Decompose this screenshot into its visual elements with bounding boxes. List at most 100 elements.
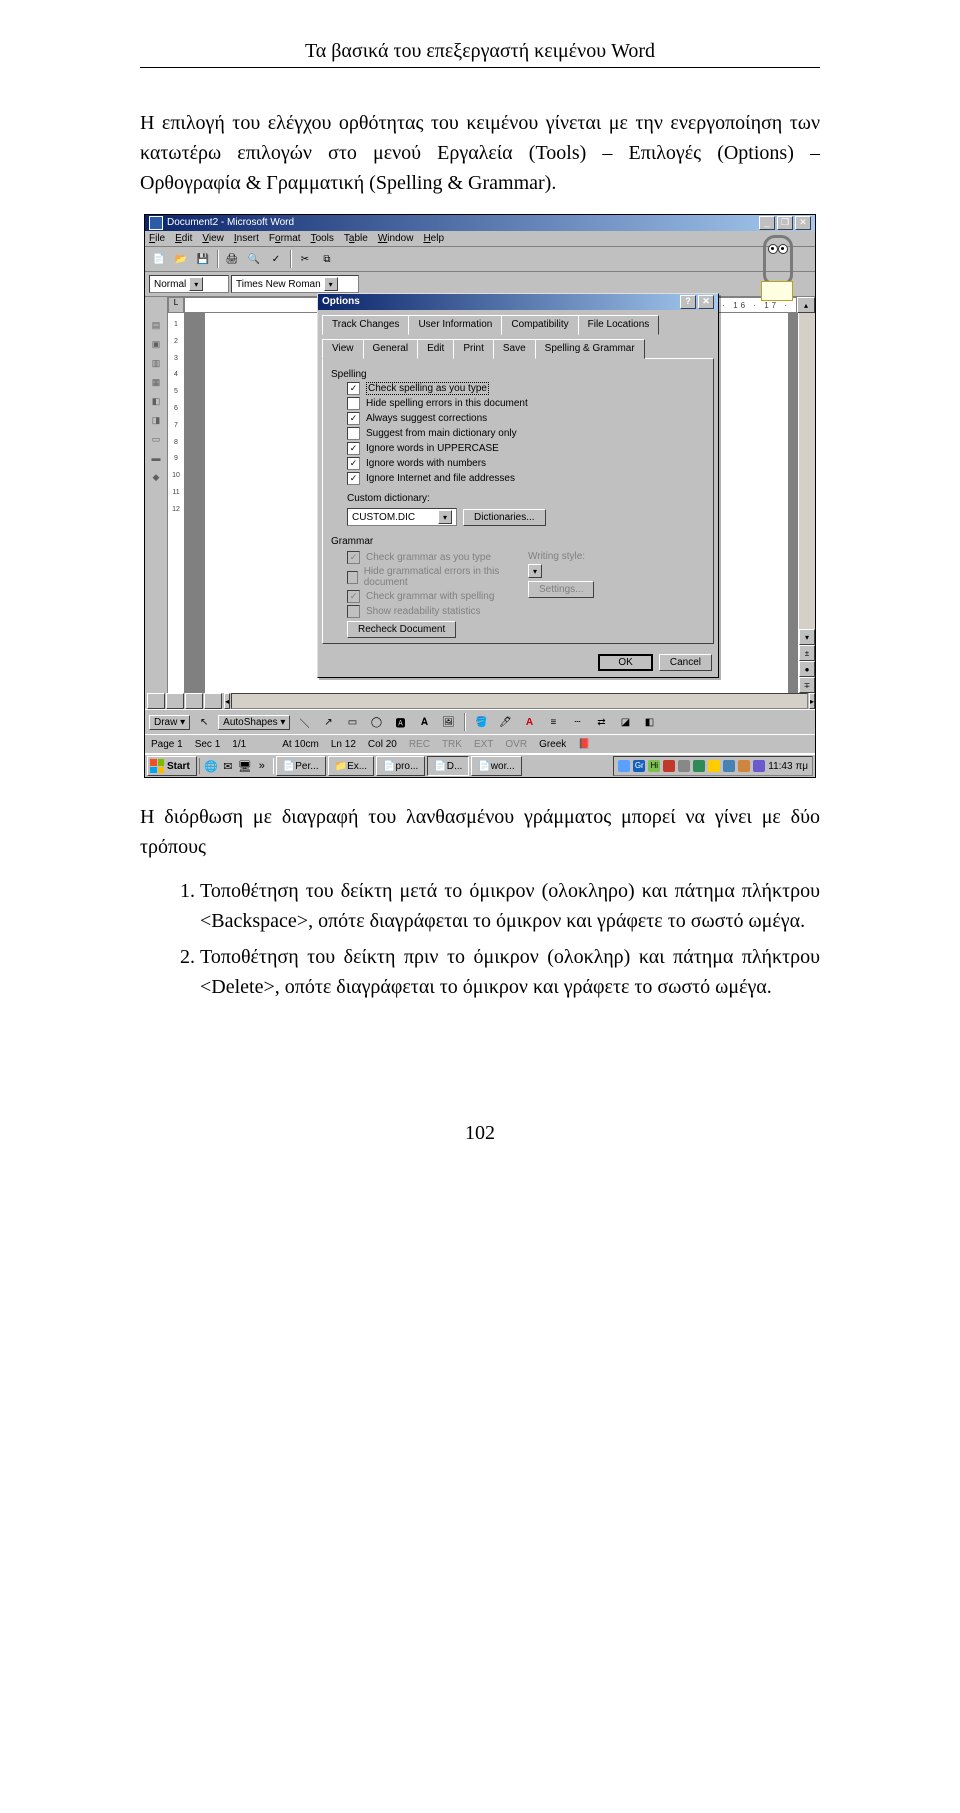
system-tray[interactable]: Gr Hi 11:43 πμ — [613, 756, 813, 776]
menu-edit[interactable]: Edit — [175, 233, 192, 244]
font-color-icon[interactable]: A — [519, 712, 539, 732]
tab-file-locations[interactable]: File Locations — [578, 315, 660, 335]
tab-edit[interactable]: Edit — [417, 339, 454, 359]
menu-insert[interactable]: Insert — [234, 233, 259, 244]
close-button[interactable]: ✕ — [795, 216, 811, 230]
textbox-icon[interactable]: 🅰 — [390, 712, 410, 732]
outline-icon[interactable]: ◆ — [147, 469, 165, 485]
tray-icon[interactable] — [753, 760, 765, 772]
copy-icon[interactable]: ⧉ — [317, 249, 337, 269]
fill-color-icon[interactable]: 🪣 — [471, 712, 491, 732]
outline-icon[interactable]: ▦ — [147, 374, 165, 390]
tray-hi-icon[interactable]: Hi — [648, 760, 660, 772]
dialog-close-button[interactable]: ✕ — [698, 295, 714, 309]
tray-volume-icon[interactable] — [708, 760, 720, 772]
desktop-icon[interactable]: 🖥 — [237, 758, 253, 774]
line-color-icon[interactable]: 🖊 — [495, 712, 515, 732]
task-ex[interactable]: 📁 Ex... — [328, 756, 374, 776]
dialog-help-button[interactable]: ? — [680, 295, 696, 309]
menu-help[interactable]: Help — [423, 233, 444, 244]
horizontal-scrollbar[interactable]: ◂ ▸ — [145, 693, 815, 709]
tray-clock[interactable]: 11:43 πμ — [768, 761, 808, 772]
weblayout-view-icon[interactable] — [166, 693, 184, 709]
task-pro[interactable]: 📄 pro... — [376, 756, 425, 776]
ignore-words-with-numbers[interactable]: ✓Ignore words with numbers — [347, 457, 705, 470]
outline-icon[interactable]: ▭ — [147, 431, 165, 447]
ignore-uppercase[interactable]: ✓Ignore words in UPPERCASE — [347, 442, 705, 455]
menu-table[interactable]: Table — [344, 233, 368, 244]
status-language[interactable]: Greek — [539, 739, 566, 750]
shadow-icon[interactable]: ◪ — [615, 712, 635, 732]
tray-icon[interactable] — [678, 760, 690, 772]
style-combo[interactable]: Normal▾ — [149, 275, 229, 293]
print-icon[interactable]: 🖨 — [222, 249, 242, 269]
menu-file[interactable]: File — [149, 233, 165, 244]
suggest-main-dictionary-only[interactable]: Suggest from main dictionary only — [347, 427, 705, 440]
menu-window[interactable]: Window — [378, 233, 414, 244]
tray-icon[interactable] — [693, 760, 705, 772]
outline-icon[interactable]: ◨ — [147, 412, 165, 428]
menu-tools[interactable]: Tools — [311, 233, 334, 244]
tab-print[interactable]: Print — [453, 339, 494, 359]
task-wor[interactable]: 📄 wor... — [471, 756, 521, 776]
tab-view[interactable]: View — [322, 339, 364, 359]
task-per[interactable]: 📄 Per... — [276, 756, 326, 776]
titlebar[interactable]: Document2 - Microsoft Word _ ❐ ✕ — [145, 215, 815, 231]
font-combo[interactable]: Times New Roman▾ — [231, 275, 359, 293]
outline-icon[interactable]: ▥ — [147, 355, 165, 371]
preview-icon[interactable]: 🔍 — [244, 249, 264, 269]
ok-button[interactable]: OK — [598, 654, 652, 671]
menu-format[interactable]: Format — [269, 233, 301, 244]
tray-icon[interactable] — [738, 760, 750, 772]
recheck-document-button[interactable]: Recheck Document — [347, 621, 456, 638]
rectangle-icon[interactable]: ▭ — [342, 712, 362, 732]
status-rec[interactable]: REC — [409, 739, 430, 750]
vertical-scrollbar[interactable]: ▾ ± ● ∓ — [798, 313, 815, 693]
outline-view-icon[interactable] — [204, 693, 222, 709]
tab-compatibility[interactable]: Compatibility — [501, 315, 578, 335]
spellcheck-icon[interactable]: ✓ — [266, 249, 286, 269]
status-trk[interactable]: TRK — [442, 739, 462, 750]
minimize-button[interactable]: _ — [759, 216, 775, 230]
cancel-button[interactable]: Cancel — [659, 654, 712, 671]
select-objects-icon[interactable]: ↖ — [194, 712, 214, 732]
outline-icon[interactable]: ▣ — [147, 336, 165, 352]
more-icon[interactable]: » — [254, 758, 270, 774]
status-spellbook-icon[interactable]: 📕 — [578, 739, 590, 750]
clippy-assistant[interactable] — [757, 235, 799, 295]
dictionaries-button[interactable]: Dictionaries... — [463, 509, 546, 526]
outline-icon[interactable]: ▤ — [147, 317, 165, 333]
next-page-button[interactable]: ∓ — [799, 677, 815, 693]
open-icon[interactable]: 📂 — [171, 249, 191, 269]
outlook-icon[interactable]: ✉ — [220, 758, 236, 774]
scroll-up-button[interactable]: ▴ — [797, 297, 815, 313]
new-icon[interactable]: 📄 — [149, 249, 169, 269]
always-suggest-corrections[interactable]: ✓Always suggest corrections — [347, 412, 705, 425]
ignore-internet-addresses[interactable]: ✓Ignore Internet and file addresses — [347, 472, 705, 485]
browse-object-button[interactable]: ● — [799, 661, 815, 677]
status-ovr[interactable]: OVR — [505, 739, 527, 750]
3d-icon[interactable]: ◧ — [639, 712, 659, 732]
tray-icon[interactable] — [723, 760, 735, 772]
tab-spelling-grammar[interactable]: Spelling & Grammar — [535, 339, 645, 359]
outline-icon[interactable]: ▬ — [147, 450, 165, 466]
menu-view[interactable]: View — [202, 233, 224, 244]
scroll-down-button[interactable]: ▾ — [799, 629, 815, 645]
clipart-icon[interactable]: 🖼 — [438, 712, 458, 732]
prev-page-button[interactable]: ± — [799, 645, 815, 661]
line-style-icon[interactable]: ≡ — [543, 712, 563, 732]
check-spelling-as-you-type[interactable]: ✓Check spelling as you type — [347, 382, 705, 395]
draw-menu[interactable]: Draw ▾ — [149, 715, 190, 730]
task-d[interactable]: 📄 D... — [427, 756, 469, 776]
tab-user-info[interactable]: User Information — [408, 315, 502, 335]
start-button[interactable]: Start — [147, 756, 197, 776]
dialog-titlebar[interactable]: Options ? ✕ — [318, 294, 718, 310]
print-view-icon[interactable] — [185, 693, 203, 709]
outline-icon[interactable]: ◧ — [147, 393, 165, 409]
normal-view-icon[interactable] — [147, 693, 165, 709]
tray-icon[interactable] — [618, 760, 630, 772]
cut-icon[interactable]: ✂ — [295, 249, 315, 269]
tab-track-changes[interactable]: Track Changes — [322, 315, 409, 335]
scroll-left-button[interactable]: ◂ — [224, 693, 230, 709]
save-icon[interactable]: 💾 — [193, 249, 213, 269]
